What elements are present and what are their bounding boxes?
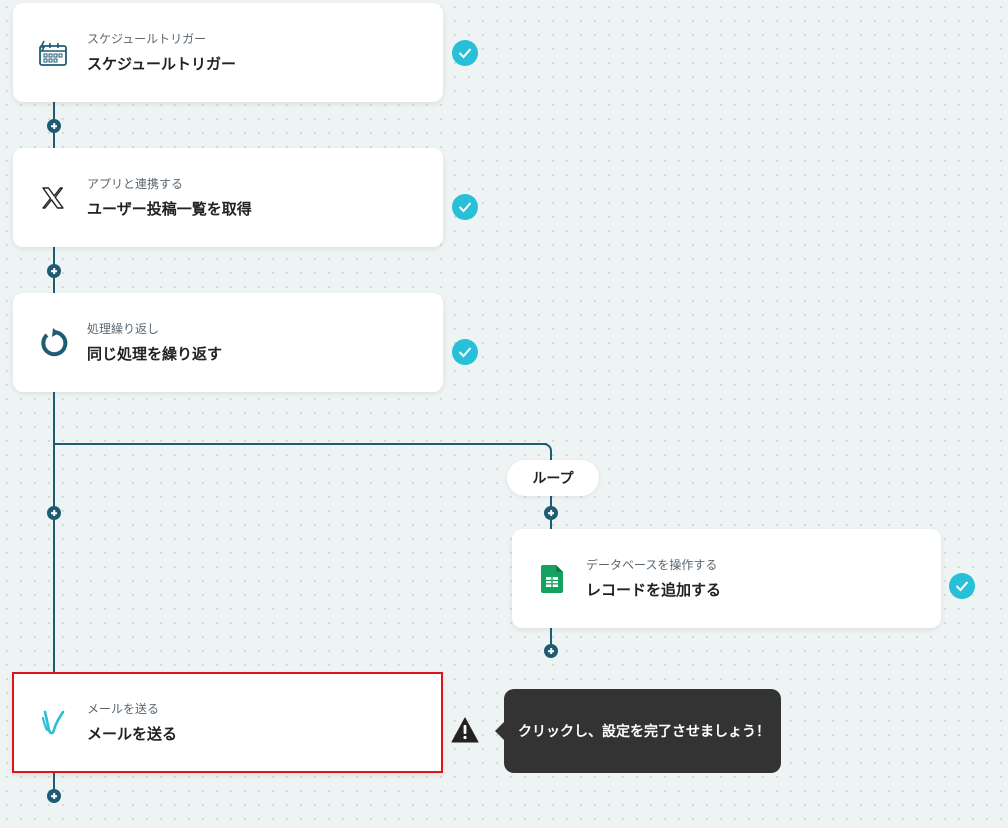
- step-title: ユーザー投稿一覧を取得: [87, 200, 252, 218]
- step-card-schedule-trigger[interactable]: スケジュールトリガー スケジュールトリガー: [13, 3, 443, 102]
- step-subtitle: データベースを操作する: [586, 558, 718, 572]
- check-icon: [452, 40, 478, 66]
- add-step-button[interactable]: [47, 506, 61, 520]
- schedule-calendar-icon: [37, 37, 69, 69]
- step-subtitle: アプリと連携する: [87, 177, 184, 191]
- connector-loop-horizontal: [53, 443, 547, 445]
- step-subtitle: 処理繰り返し: [87, 322, 160, 336]
- mail-send-icon: [37, 707, 69, 739]
- tooltip-text: クリックし、設定を完了させましょう！: [518, 724, 770, 740]
- add-step-button[interactable]: [47, 264, 61, 278]
- check-icon: [452, 339, 478, 365]
- loop-arrow-icon: [37, 327, 69, 359]
- add-step-button[interactable]: [47, 789, 61, 803]
- check-icon: [949, 573, 975, 599]
- add-step-button[interactable]: [47, 119, 61, 133]
- step-card-send-mail[interactable]: メールを送る メールを送る: [12, 672, 443, 773]
- step-title: 同じ処理を繰り返す: [87, 345, 223, 363]
- step-title: レコードを追加する: [586, 581, 722, 599]
- tooltip: クリックし、設定を完了させましょう！: [495, 689, 781, 773]
- warning-icon: [451, 717, 479, 743]
- step-title: メールを送る: [87, 725, 178, 743]
- google-sheets-icon: [536, 563, 568, 595]
- x-logo-icon: [37, 182, 69, 214]
- step-card-add-record[interactable]: データベースを操作する レコードを追加する: [512, 529, 941, 628]
- step-subtitle: メールを送る: [87, 702, 160, 716]
- add-step-button[interactable]: [544, 644, 558, 658]
- loop-label: ループ: [507, 460, 599, 496]
- step-card-get-user-posts[interactable]: アプリと連携する ユーザー投稿一覧を取得: [13, 148, 443, 247]
- check-icon: [452, 194, 478, 220]
- add-step-button[interactable]: [544, 506, 558, 520]
- step-title: スケジュールトリガー: [87, 55, 236, 73]
- step-card-loop[interactable]: 処理繰り返し 同じ処理を繰り返す: [13, 293, 443, 392]
- step-subtitle: スケジュールトリガー: [87, 32, 207, 46]
